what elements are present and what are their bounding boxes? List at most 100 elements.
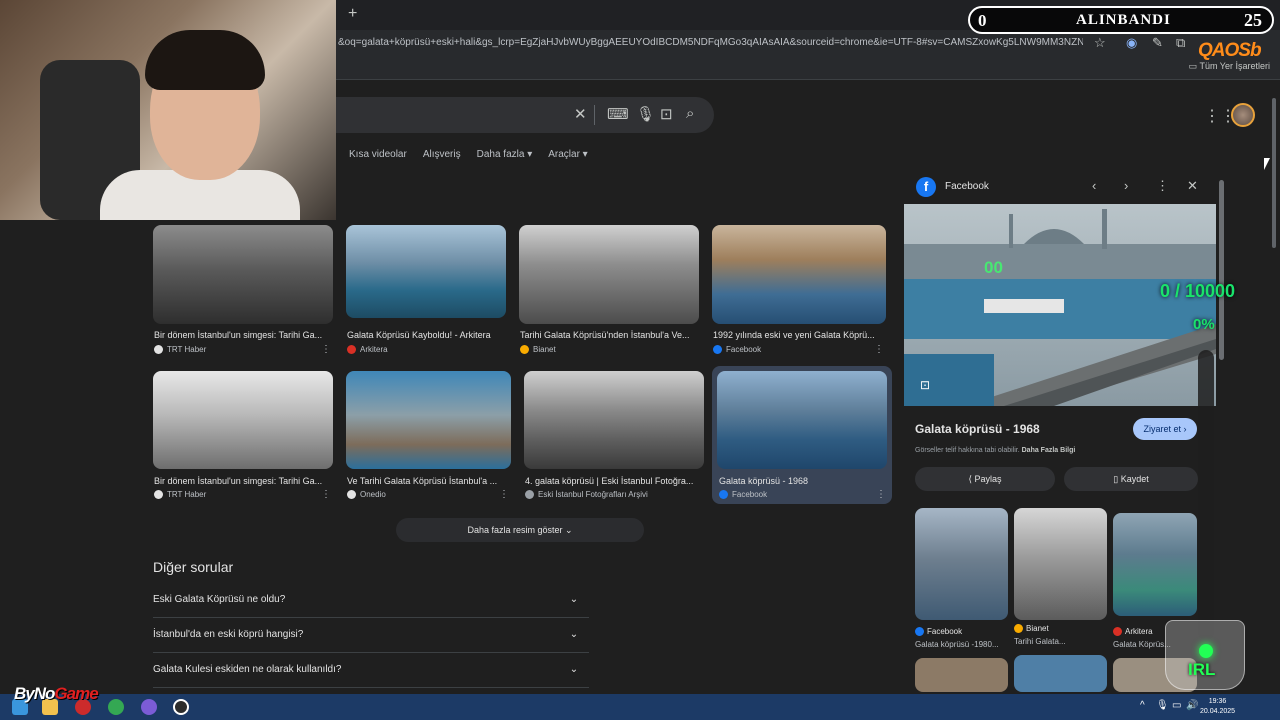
related-thumbnail[interactable]: [1014, 508, 1107, 620]
result-source[interactable]: TRT Haber: [154, 345, 206, 354]
clear-icon[interactable]: ✕: [574, 105, 587, 123]
save-button[interactable]: ▯ Kaydet: [1064, 467, 1198, 491]
lens-icon[interactable]: ⊡: [920, 378, 930, 392]
image-result-selected[interactable]: Galata köprüsü - 1968 Facebook ⋮: [712, 366, 892, 504]
progress-tube: [1198, 350, 1214, 640]
result-source[interactable]: Facebook: [713, 345, 761, 354]
faq-item[interactable]: Eski Galata Köprüsü ne oldu? ⌄: [153, 583, 589, 618]
result-caption[interactable]: Tarihi Galata Köprüsü'nden İstanbul'a Ve…: [520, 330, 698, 340]
image-result[interactable]: Galata Köprüsü Kayboldu! - Arkitera Arki…: [346, 225, 506, 360]
more-images-button[interactable]: Daha fazla resim göster ⌄: [396, 518, 644, 542]
search-nav-tabs: Kısa videolar Alışveriş Daha fazla ▾ Ara…: [349, 149, 588, 160]
system-clock[interactable]: 19:36 20.04.2025: [1200, 697, 1235, 717]
more-vert-icon[interactable]: ⋮: [1156, 178, 1169, 194]
result-source[interactable]: Arkitera: [347, 345, 388, 354]
image-result[interactable]: Tarihi Galata Köprüsü'nden İstanbul'a Ve…: [519, 225, 699, 360]
tab-shopping[interactable]: Alışveriş: [423, 149, 461, 160]
result-source[interactable]: Facebook: [719, 490, 767, 499]
share-button[interactable]: ⟨ Paylaş: [915, 467, 1055, 491]
all-bookmarks[interactable]: ▭ Tüm Yer İşaretleri: [1189, 61, 1270, 72]
mic-icon[interactable]: 🎙: [636, 105, 655, 123]
chrome-icon[interactable]: [108, 699, 124, 715]
result-caption[interactable]: Bir dönem İstanbul'un simgesi: Tarihi Ga…: [154, 476, 332, 486]
keyboard-icon[interactable]: ⌨: [607, 105, 629, 123]
more-options-icon[interactable]: ⋮: [321, 344, 331, 355]
tab-tools[interactable]: Araçlar ▾: [548, 149, 587, 160]
related-thumbnail[interactable]: [915, 658, 1008, 692]
chevron-down-icon[interactable]: ⌄: [565, 661, 583, 679]
result-caption[interactable]: Ve Tarihi Galata Köprüsü İstanbul'a ...: [347, 476, 507, 486]
cast-icon[interactable]: ◉: [1126, 35, 1137, 51]
learn-more-link[interactable]: Daha Fazla Bilgi: [1022, 447, 1076, 454]
star-icon[interactable]: ☆: [1094, 35, 1106, 51]
related-source[interactable]: Facebook: [915, 627, 962, 636]
close-icon[interactable]: ✕: [1187, 178, 1198, 194]
result-source[interactable]: Bianet: [520, 345, 556, 354]
more-options-icon[interactable]: ⋮: [876, 489, 886, 500]
app-icon[interactable]: [141, 699, 157, 715]
image-result[interactable]: Ve Tarihi Galata Köprüsü İstanbul'a ... …: [346, 371, 511, 504]
result-source[interactable]: Eski İstanbul Fotoğrafları Arşivi: [525, 490, 648, 499]
result-thumbnail[interactable]: [153, 371, 333, 469]
result-thumbnail[interactable]: [346, 225, 506, 318]
search-box[interactable]: ✕ ⌨ 🎙 ⊡ ⌕: [336, 97, 714, 133]
related-caption[interactable]: Galata köprüsü -1980...: [915, 640, 999, 649]
tray-arrow-icon[interactable]: ^: [1140, 700, 1145, 711]
chevron-down-icon[interactable]: ⌄: [565, 591, 583, 609]
result-source[interactable]: TRT Haber: [154, 490, 206, 499]
network-icon[interactable]: ▭: [1172, 700, 1181, 711]
related-caption[interactable]: Tarihi Galata...: [1014, 637, 1066, 646]
tab-more[interactable]: Daha fazla ▾: [477, 149, 533, 160]
panel-source[interactable]: Facebook: [945, 181, 989, 192]
favicon-icon: [154, 345, 163, 354]
related-thumbnail[interactable]: [1014, 655, 1107, 692]
url-text[interactable]: &oq=galata+köprüsü+eski+hali&gs_lcrp=EgZ…: [338, 37, 1083, 48]
avatar[interactable]: [1231, 103, 1255, 127]
more-options-icon[interactable]: ⋮: [874, 344, 884, 355]
mic-icon[interactable]: 🎙: [1156, 700, 1169, 711]
result-thumbnail[interactable]: [519, 225, 699, 324]
obs-icon[interactable]: [173, 699, 189, 715]
chevron-left-icon[interactable]: ‹: [1092, 178, 1096, 193]
related-source[interactable]: Arkitera: [1113, 627, 1153, 636]
related-source[interactable]: Bianet: [1014, 624, 1049, 633]
result-thumbnail[interactable]: [717, 371, 887, 469]
result-source[interactable]: Onedio: [347, 490, 386, 499]
new-tab-button[interactable]: +: [348, 5, 357, 23]
result-caption[interactable]: 4. galata köprüsü | Eski İstanbul Fotoğr…: [525, 476, 703, 486]
faq-item[interactable]: Galata Kulesi eskiden ne olarak kullanıl…: [153, 653, 589, 688]
tab-short-videos[interactable]: Kısa videolar: [349, 149, 407, 160]
image-result[interactable]: 4. galata köprüsü | Eski İstanbul Fotoğr…: [524, 371, 704, 504]
image-result[interactable]: 1992 yılında eski ve yeni Galata Köprü..…: [712, 225, 886, 360]
image-result[interactable]: Bir dönem İstanbul'un simgesi: Tarihi Ga…: [153, 225, 333, 360]
image-result[interactable]: Bir dönem İstanbul'un simgesi: Tarihi Ga…: [153, 371, 333, 504]
result-caption[interactable]: Bir dönem İstanbul'un simgesi: Tarihi Ga…: [154, 330, 332, 340]
result-thumbnail[interactable]: [524, 371, 704, 469]
chevron-down-icon[interactable]: ⌄: [565, 626, 583, 644]
more-options-icon[interactable]: ⋮: [499, 489, 509, 500]
preview-image[interactable]: [904, 204, 1216, 406]
extensions-icon[interactable]: ⧉: [1176, 35, 1185, 51]
panel-scrollbar[interactable]: [1218, 172, 1225, 692]
donation-counter: 0 / 10000: [1160, 281, 1236, 301]
pen-icon[interactable]: ✎: [1152, 35, 1163, 51]
result-thumbnail[interactable]: [346, 371, 511, 469]
chevron-right-icon[interactable]: ›: [1124, 178, 1128, 193]
related-caption[interactable]: Galata Köprüs...: [1113, 640, 1171, 649]
related-thumbnail[interactable]: [1113, 513, 1197, 616]
result-thumbnail[interactable]: [153, 225, 333, 324]
result-caption[interactable]: 1992 yılında eski ve yeni Galata Köprü..…: [713, 330, 883, 340]
faq-item[interactable]: İstanbul'da en eski köprü hangisi? ⌄: [153, 618, 589, 653]
more-options-icon[interactable]: ⋮: [321, 489, 331, 500]
search-icon[interactable]: ⌕: [686, 105, 694, 122]
result-caption[interactable]: Galata köprüsü - 1968: [719, 476, 885, 486]
scrollbar-thumb[interactable]: [1219, 180, 1224, 360]
page-scrollbar[interactable]: [1270, 84, 1278, 690]
result-caption[interactable]: Galata Köprüsü Kayboldu! - Arkitera: [347, 330, 505, 340]
result-thumbnail[interactable]: [712, 225, 886, 324]
volume-icon[interactable]: 🔊: [1186, 700, 1198, 711]
visit-button[interactable]: Ziyaret et ›: [1133, 418, 1197, 440]
related-thumbnail[interactable]: [915, 508, 1008, 620]
scrollbar-thumb[interactable]: [1272, 98, 1276, 248]
lens-icon[interactable]: ⊡: [660, 105, 673, 123]
